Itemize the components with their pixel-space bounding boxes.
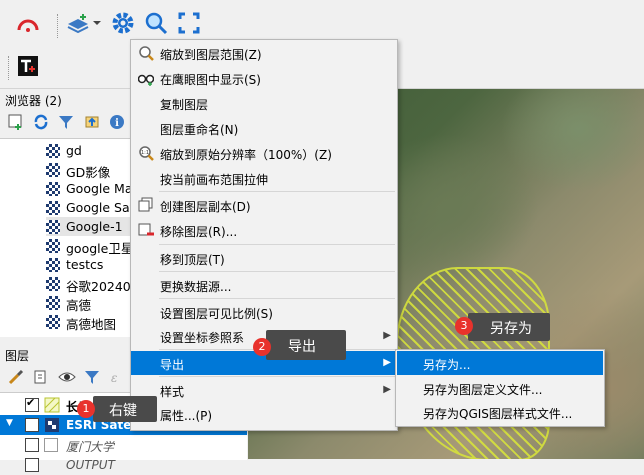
zoom-magnifier-icon xyxy=(139,46,154,61)
layers-panel-title: 图层 xyxy=(5,349,30,363)
menu-separator xyxy=(159,271,395,272)
menu-item-copy-layer[interactable]: 复制图层 xyxy=(131,91,397,115)
xyz-tile-icon xyxy=(46,239,60,253)
layer-context-menu: 缩放到图层范围(Z) 在鹰眼图中显示(S) 复制图层 图层重命名(N) 1:1 … xyxy=(130,39,398,431)
annotation-save-as: 另存为 xyxy=(468,313,550,341)
menu-item-styles[interactable]: 样式 ▶ xyxy=(131,378,397,402)
annotation-badge-2: 2 xyxy=(253,338,271,356)
collapse-all-icon[interactable] xyxy=(84,114,100,130)
annotation-export: 导出 xyxy=(266,330,346,360)
filter-icon[interactable] xyxy=(84,369,100,385)
remove-layer-icon xyxy=(138,223,154,236)
filter-icon[interactable] xyxy=(58,114,74,130)
refresh-icon[interactable] xyxy=(33,114,49,130)
fullscreen-icon[interactable] xyxy=(177,11,201,35)
svg-text:i: i xyxy=(115,118,119,129)
zoom-native-icon: 1:1 xyxy=(139,146,154,161)
layer-row-output[interactable]: OUTPUT xyxy=(0,455,247,475)
submenu-arrow-icon: ▶ xyxy=(383,384,391,395)
binoculars-icon xyxy=(138,74,154,86)
xyz-tile-icon xyxy=(46,201,60,215)
svg-text:1:1: 1:1 xyxy=(141,150,149,156)
add-layer-icon[interactable] xyxy=(66,12,90,36)
submenu-arrow-icon: ▶ xyxy=(383,357,391,368)
menu-item-zoom-to-layer[interactable]: 缩放到图层范围(Z) xyxy=(131,41,397,65)
menu-separator xyxy=(159,244,395,245)
annotation-badge-1: 1 xyxy=(77,400,95,418)
xyz-tile-icon xyxy=(46,258,60,272)
menu-separator xyxy=(159,376,395,377)
expand-arrow-icon[interactable]: ▼ xyxy=(6,418,13,428)
menu-separator xyxy=(159,191,395,192)
submenu-item-save-as-qgis-style[interactable]: 另存为QGIS图层样式文件... xyxy=(397,400,603,424)
add-group-icon[interactable] xyxy=(33,369,49,385)
menu-item-move-to-top[interactable]: 移到顶层(T) xyxy=(131,246,397,270)
polygon-layer-icon xyxy=(44,397,60,413)
menu-item-properties[interactable]: 属性...(P) xyxy=(131,402,397,426)
chevron-down-icon[interactable] xyxy=(92,18,102,28)
menu-separator xyxy=(159,298,395,299)
menu-item-set-scale-visibility[interactable]: 设置图层可见比例(S) xyxy=(131,300,397,324)
layer-visibility-checkbox[interactable] xyxy=(25,458,39,472)
layer-label: OUTPUT xyxy=(66,458,115,472)
export-submenu: 另存为... 另存为图层定义文件... 另存为QGIS图层样式文件... xyxy=(395,349,605,427)
layer-label: 厦门大学 xyxy=(66,440,115,454)
submenu-item-save-as[interactable]: 另存为... xyxy=(397,351,603,375)
menu-item-rename-layer[interactable]: 图层重命名(N) xyxy=(131,116,397,140)
expression-icon[interactable]: ε xyxy=(109,369,125,385)
style-brush-icon[interactable] xyxy=(8,369,24,385)
magnifier-icon[interactable] xyxy=(144,11,168,35)
xyz-tile-icon xyxy=(46,220,60,234)
browser-panel-title: 浏览器 (2) xyxy=(5,94,62,108)
menu-item-show-in-overview[interactable]: 在鹰眼图中显示(S) xyxy=(131,66,397,90)
submenu-arrow-icon: ▶ xyxy=(383,330,391,341)
svg-text:ε: ε xyxy=(111,371,117,385)
layer-visibility-checkbox[interactable] xyxy=(44,438,58,452)
info-icon[interactable]: i xyxy=(109,114,125,130)
layer-visibility-checkbox[interactable] xyxy=(25,396,39,412)
speedometer-icon[interactable] xyxy=(16,13,40,37)
text-tool-icon[interactable] xyxy=(18,56,38,76)
raster-layer-icon xyxy=(45,418,59,432)
toolbar-separator xyxy=(8,56,10,80)
menu-item-zoom-native-resolution[interactable]: 1:1 缩放到原始分辨率（100%）(Z) xyxy=(131,141,397,165)
xyz-tile-icon xyxy=(46,277,60,291)
menu-item-duplicate-layer[interactable]: 创建图层副本(D) xyxy=(131,193,397,217)
xyz-tile-icon xyxy=(46,296,60,310)
add-selected-icon[interactable] xyxy=(8,114,24,130)
eye-icon[interactable] xyxy=(58,369,76,385)
layer-row-xiamen-university[interactable]: 厦门大学 xyxy=(0,435,247,455)
annotation-right-click: 右键 xyxy=(93,396,157,422)
gear-icon[interactable] xyxy=(111,11,135,35)
menu-item-change-data-source[interactable]: 更换数据源... xyxy=(131,273,397,297)
xyz-tile-icon xyxy=(46,315,60,329)
toolbar-separator xyxy=(57,14,59,38)
layer-visibility-checkbox[interactable] xyxy=(25,438,39,452)
menu-item-remove-layer[interactable]: 移除图层(R)... xyxy=(131,218,397,242)
duplicate-layer-icon xyxy=(138,197,153,212)
submenu-item-save-as-layer-definition[interactable]: 另存为图层定义文件... xyxy=(397,376,603,400)
xyz-tile-icon xyxy=(46,163,60,177)
xyz-tile-icon xyxy=(46,144,60,158)
layer-visibility-checkbox[interactable] xyxy=(25,416,39,432)
annotation-badge-3: 3 xyxy=(455,317,473,335)
xyz-tile-icon xyxy=(46,182,60,196)
menu-item-stretch-to-canvas[interactable]: 按当前画布范围拉伸 xyxy=(131,166,397,190)
